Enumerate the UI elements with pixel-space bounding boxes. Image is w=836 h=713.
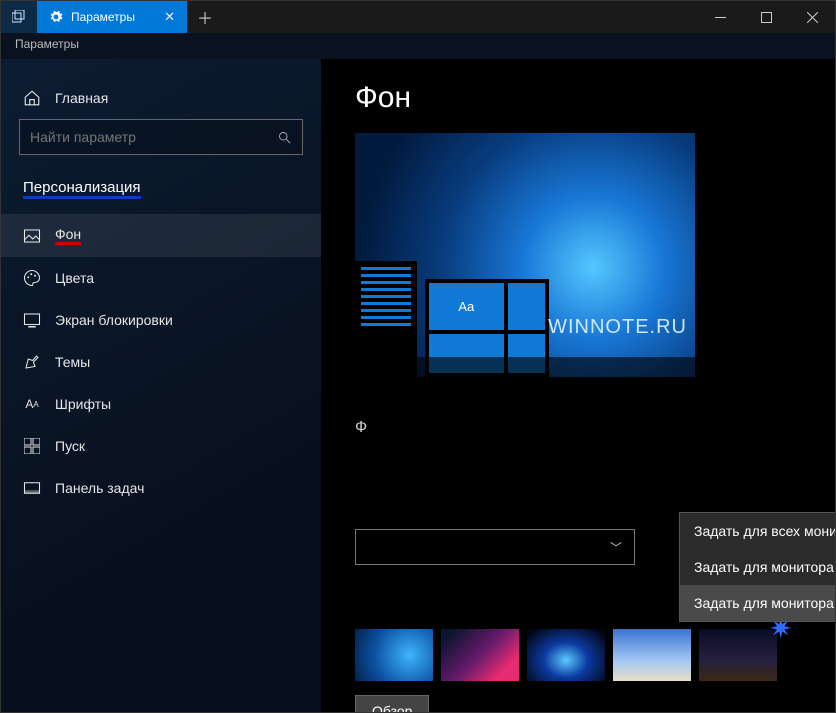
background-type-dropdown[interactable]: ﹀ (355, 529, 635, 565)
sidebar-home-label: Главная (55, 90, 108, 106)
dropdown-label-fragment: Ф (355, 419, 367, 437)
start-icon (23, 437, 41, 455)
content-area: Фон Aa WINNOTE.RU Ф ﹀ Задать для всех мо… (321, 59, 835, 712)
thumbnail[interactable] (355, 629, 433, 681)
chevron-down-icon: ﹀ (610, 539, 622, 556)
search-input[interactable] (19, 119, 303, 155)
new-tab-button[interactable]: ＋ (187, 1, 223, 33)
sidebar-item-label: Шрифты (55, 396, 111, 412)
sidebar-item-lockscreen[interactable]: Экран блокировки (1, 299, 321, 341)
theme-icon (23, 353, 41, 371)
home-icon (23, 89, 41, 107)
sidebar-item-start[interactable]: Пуск (1, 425, 321, 467)
background-thumbnails (355, 629, 777, 681)
page-title: Фон (355, 81, 835, 115)
sidebar-item-background[interactable]: Фон (1, 214, 321, 257)
sidebar-item-label: Панель задач (55, 480, 144, 496)
sidebar-item-fonts[interactable]: AA Шрифты (1, 383, 321, 425)
sidebar-item-label: Экран блокировки (55, 312, 173, 328)
thumbnail[interactable] (527, 629, 605, 681)
search-icon (277, 130, 292, 145)
context-item-monitor-2[interactable]: Задать для монитора 2 (680, 585, 835, 621)
context-item-monitor-1[interactable]: Задать для монитора 1 (680, 549, 835, 585)
sidebar-section: Персонализация (1, 169, 163, 202)
search-field[interactable] (30, 129, 277, 145)
sidebar-item-colors[interactable]: Цвета (1, 257, 321, 299)
tab-settings[interactable]: Параметры ✕ (37, 1, 187, 33)
tab-close-icon[interactable]: ✕ (164, 9, 175, 25)
close-button[interactable] (789, 1, 835, 33)
context-menu: Задать для всех мониторов Задать для мон… (679, 512, 835, 622)
thumbnail[interactable] (613, 629, 691, 681)
gear-icon (49, 10, 63, 24)
tab-label: Параметры (71, 10, 135, 24)
thumbnail[interactable] (699, 629, 777, 681)
sidebar-item-taskbar[interactable]: Панель задач (1, 467, 321, 509)
browse-button[interactable]: Обзор (355, 695, 429, 712)
sidebar: Главная Персонализация Фон Цвета Экран б… (1, 59, 321, 712)
sidebar-item-label: Пуск (55, 438, 85, 454)
minimize-button[interactable] (697, 1, 743, 33)
background-preview: Aa WINNOTE.RU (355, 133, 695, 377)
tab-system-icon[interactable] (1, 1, 37, 33)
lockscreen-icon (23, 311, 41, 329)
sidebar-home[interactable]: Главная (1, 77, 321, 119)
taskbar-icon (23, 479, 41, 497)
preview-tile: Aa (429, 283, 504, 330)
maximize-button[interactable] (743, 1, 789, 33)
titlebar: Параметры ✕ ＋ (1, 1, 835, 33)
image-icon (23, 227, 41, 245)
sidebar-item-themes[interactable]: Темы (1, 341, 321, 383)
palette-icon (23, 269, 41, 287)
context-item-all-monitors[interactable]: Задать для всех мониторов (680, 513, 835, 549)
sidebar-item-label: Цвета (55, 270, 94, 286)
sidebar-item-label: Фон (55, 226, 81, 245)
thumbnail[interactable] (441, 629, 519, 681)
window-subheader: Параметры (1, 33, 835, 59)
font-icon: AA (23, 395, 41, 413)
watermark-text: WINNOTE.RU (548, 316, 687, 339)
sidebar-item-label: Темы (55, 354, 90, 370)
